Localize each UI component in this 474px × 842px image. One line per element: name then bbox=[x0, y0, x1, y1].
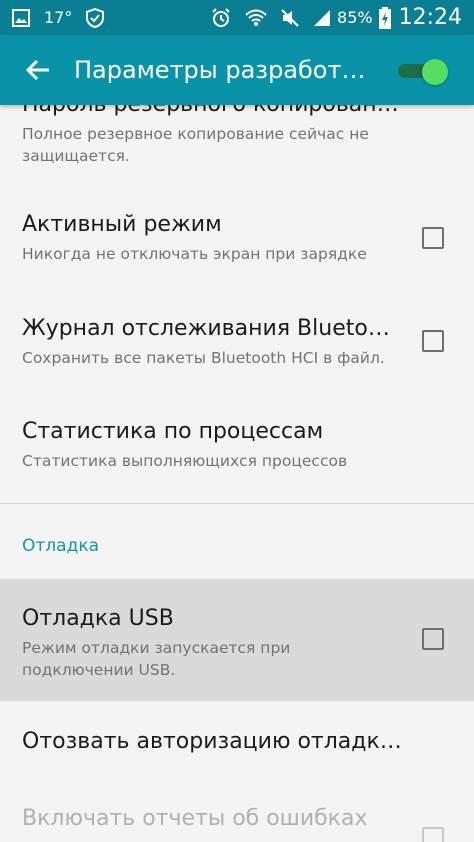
section-divider bbox=[0, 503, 474, 504]
signal-icon bbox=[313, 9, 331, 27]
stay-awake-checkbox[interactable] bbox=[422, 227, 444, 249]
item-subtitle: Статистика выполняющихся процессов bbox=[22, 452, 348, 470]
temperature-text: 17° bbox=[44, 8, 73, 27]
list-item-bluetooth-hci-log[interactable]: Журнал отслеживания Bluetoot... Сохранит… bbox=[0, 315, 474, 369]
image-icon bbox=[12, 8, 30, 27]
battery-percent-text: 85% bbox=[337, 8, 373, 27]
settings-list: Пароль резервного копирования Полное рез… bbox=[0, 105, 474, 842]
list-item-stay-awake[interactable]: Активный режим Никогда не отключать экра… bbox=[0, 211, 474, 265]
item-title: Отозвать авторизацию отладки U... bbox=[22, 729, 402, 754]
usb-debugging-checkbox[interactable] bbox=[422, 628, 444, 650]
clock-text: 12:24 bbox=[398, 5, 462, 30]
item-subtitle: Полное резервное копирование сейчас не з… bbox=[22, 125, 369, 165]
section-header-debugging: Отладка bbox=[22, 536, 100, 556]
wifi-icon bbox=[245, 9, 267, 27]
item-title: Пароль резервного копирования bbox=[22, 105, 402, 119]
item-title: Статистика по процессам bbox=[22, 419, 324, 444]
item-subtitle: Режим отладки запускается при подключени… bbox=[22, 639, 291, 679]
list-item-revoke-usb-auth[interactable]: Отозвать авторизацию отладки U... bbox=[0, 728, 474, 756]
item-title: Журнал отслеживания Bluetoot... bbox=[22, 316, 402, 341]
shield-icon bbox=[86, 7, 105, 28]
status-bar: 17° 85% 12:24 bbox=[0, 0, 474, 35]
alarm-icon bbox=[211, 7, 231, 28]
bug-report-checkbox[interactable] bbox=[422, 827, 444, 842]
list-item-bug-report[interactable]: Включать отчеты об ошибках bbox=[0, 805, 474, 833]
back-arrow-icon[interactable] bbox=[22, 54, 54, 86]
status-right: 85% 12:24 bbox=[211, 5, 462, 30]
list-item-backup-password[interactable]: Пароль резервного копирования Полное рез… bbox=[0, 105, 474, 167]
list-item-process-stats[interactable]: Статистика по процессам Статистика выпол… bbox=[0, 418, 474, 472]
item-subtitle: Никогда не отключать экран при зарядке bbox=[22, 245, 367, 263]
page-title: Параметры разработч... bbox=[74, 56, 374, 84]
item-title: Включать отчеты об ошибках bbox=[22, 806, 368, 831]
status-left: 17° bbox=[12, 7, 118, 28]
mute-icon bbox=[281, 8, 299, 27]
item-title: Отладка USB bbox=[22, 606, 174, 631]
developer-options-switch[interactable] bbox=[398, 59, 448, 85]
app-toolbar: Параметры разработч... bbox=[0, 35, 474, 105]
item-subtitle: Сохранить все пакеты Bluetooth HCI в фай… bbox=[22, 349, 385, 367]
bluetooth-hci-log-checkbox[interactable] bbox=[422, 330, 444, 352]
item-title: Активный режим bbox=[22, 212, 222, 237]
list-item-usb-debugging[interactable]: Отладка USB Режим отладки запускается пр… bbox=[0, 579, 474, 701]
switch-thumb bbox=[422, 59, 448, 85]
battery-charging-icon bbox=[378, 6, 391, 29]
